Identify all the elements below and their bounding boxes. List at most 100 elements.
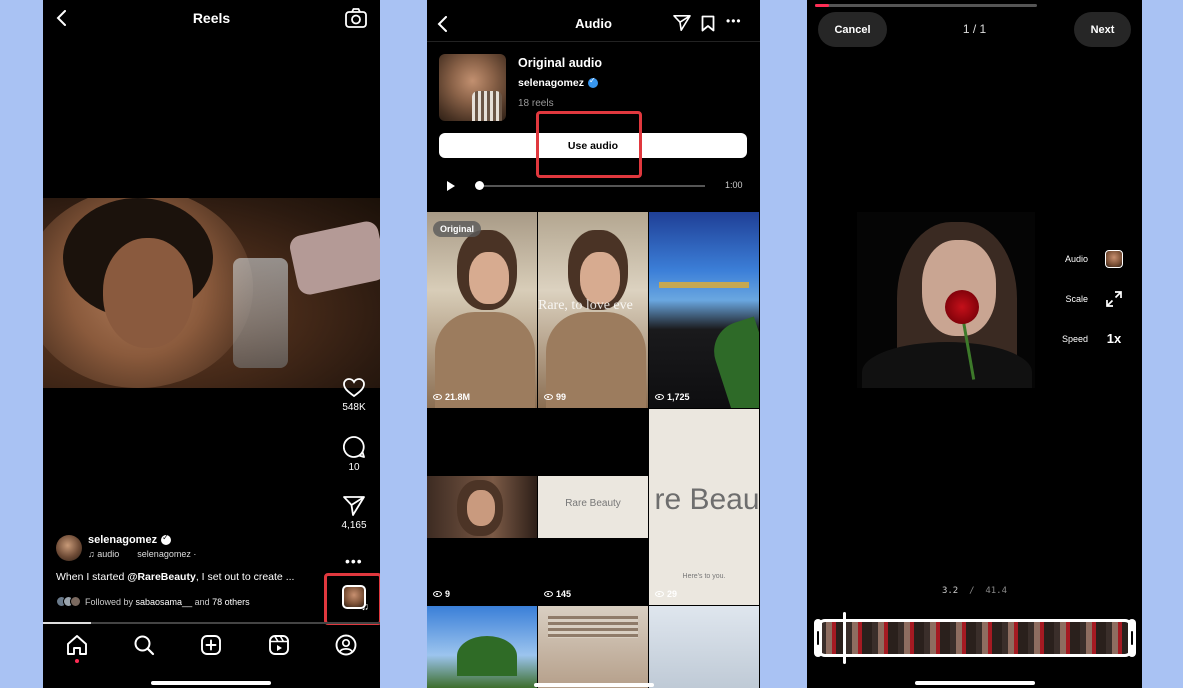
time-readout: 3.2 / 41.4 xyxy=(807,586,1142,596)
audio-cover xyxy=(439,54,506,121)
reels-count: 18 reels xyxy=(518,98,554,109)
create-post-icon[interactable] xyxy=(198,634,224,656)
profile-icon[interactable] xyxy=(333,634,359,656)
caption[interactable]: When I started @RareBeauty, I set out to… xyxy=(56,571,294,583)
time-current: 3.2 xyxy=(941,586,959,596)
playhead[interactable] xyxy=(843,612,846,664)
reel-progress-bar[interactable] xyxy=(43,622,380,624)
username[interactable]: selenagomez xyxy=(88,534,157,546)
speed-option[interactable]: Speed 1x xyxy=(1054,331,1124,346)
verified-badge-icon xyxy=(587,76,598,88)
comment-icon xyxy=(339,436,369,458)
username-row[interactable]: selenagomez xyxy=(88,533,172,546)
view-count: 29 xyxy=(655,589,677,599)
view-count-value: 29 xyxy=(667,589,678,599)
send-icon xyxy=(339,496,369,516)
more-options-icon[interactable]: ••• xyxy=(345,553,363,569)
overlay-text: Rare, to love eve xyxy=(538,298,633,313)
view-count-value: 99 xyxy=(556,392,567,402)
view-count-value: 1,725 xyxy=(667,392,690,402)
scale-option[interactable]: Scale xyxy=(1054,291,1124,307)
audio-duration: 1:00 xyxy=(725,180,743,190)
like-count: 548K xyxy=(342,402,366,413)
time-separator: / xyxy=(969,586,975,596)
eye-icon xyxy=(433,591,442,597)
grid-reel[interactable]: 1,725 xyxy=(649,212,759,408)
view-count: 99 xyxy=(544,392,566,402)
home-indicator xyxy=(151,681,271,685)
trim-handle-right[interactable] xyxy=(1128,619,1136,657)
audio-artist-row[interactable]: selenagomez xyxy=(518,76,598,89)
audio-option[interactable]: Audio xyxy=(1054,250,1124,268)
more-options-icon[interactable]: ••• xyxy=(726,14,742,28)
music-note-icon: ♫ xyxy=(88,549,95,559)
rose-shape xyxy=(945,290,979,324)
grid-reel[interactable]: Rare Beauty 145 xyxy=(538,409,648,605)
followed-prefix: Followed by xyxy=(85,596,136,607)
audio-scrubber[interactable] xyxy=(477,185,705,187)
face-shape xyxy=(467,490,495,526)
like-button[interactable]: 548K xyxy=(339,378,369,413)
grid-reel[interactable] xyxy=(427,606,537,688)
followed-others[interactable]: 78 others xyxy=(212,597,250,607)
speed-option-label: Speed xyxy=(1061,333,1088,344)
grid-reel[interactable] xyxy=(538,606,648,688)
trim-handle-left[interactable] xyxy=(814,619,822,657)
play-icon[interactable] xyxy=(446,180,456,192)
followed-and: and xyxy=(192,596,213,607)
reels-icon[interactable] xyxy=(266,634,292,656)
reels-screen: Reels 548K 10 4,165 ••• selenagomez ♫ au… xyxy=(43,0,380,688)
followed-user[interactable]: sabaosama__ xyxy=(136,597,193,607)
highlight-box xyxy=(324,573,380,625)
grid-reel[interactable]: Rare, to love eve 99 xyxy=(538,212,648,408)
follower-avatar xyxy=(70,596,81,607)
view-count: 21.8M xyxy=(433,392,470,402)
search-icon[interactable] xyxy=(131,634,157,656)
view-count-value: 145 xyxy=(556,589,572,599)
progress-fill xyxy=(43,622,91,624)
audio-artist[interactable]: selenagomez xyxy=(518,77,584,89)
comment-count: 10 xyxy=(348,462,360,473)
overlay-subtext: Here's to you. xyxy=(682,573,726,580)
caption-mention[interactable]: @RareBeauty xyxy=(127,571,196,583)
video-preview[interactable] xyxy=(857,212,1035,388)
horizon-shape xyxy=(659,282,749,288)
overlay-text: Rare Beauty xyxy=(565,498,621,509)
next-button[interactable]: Next xyxy=(1074,12,1131,47)
grid-reel[interactable]: Original 21.8M xyxy=(427,212,537,408)
comment-button[interactable]: 10 xyxy=(339,436,369,473)
scrubber-handle[interactable] xyxy=(475,181,484,190)
audio-option-label: Audio xyxy=(1064,254,1088,264)
home-indicator xyxy=(915,681,1035,685)
audio-row[interactable]: ♫ audio selenagomez · xyxy=(88,549,196,559)
timeline-strip[interactable] xyxy=(817,619,1133,657)
verified-badge-icon xyxy=(161,533,172,545)
view-count: 1,725 xyxy=(655,392,690,402)
grid-reel[interactable] xyxy=(649,606,759,688)
camera-icon[interactable] xyxy=(345,8,367,28)
progress-fill xyxy=(815,4,829,7)
bookmark-icon[interactable] xyxy=(701,15,715,32)
view-count: 9 xyxy=(433,589,450,599)
avatar[interactable] xyxy=(56,535,82,561)
home-indicator xyxy=(534,683,654,687)
audio-name: Original audio xyxy=(518,56,603,70)
cover-stripes xyxy=(472,91,502,121)
home-icon[interactable] xyxy=(64,634,90,663)
share-count: 4,165 xyxy=(341,520,367,531)
grid-reel[interactable]: 9 xyxy=(427,409,537,605)
send-icon[interactable] xyxy=(673,15,691,31)
face-shape xyxy=(469,252,509,304)
palm-shape xyxy=(457,636,517,676)
grid-reel[interactable]: re Beau Here's to you. 29 xyxy=(649,409,759,605)
share-button[interactable]: 4,165 xyxy=(339,496,369,531)
audio-thumbnail-icon xyxy=(1105,250,1123,268)
caption-rest: , I set out to create ... xyxy=(195,571,295,583)
original-badge: Original xyxy=(433,221,482,237)
cloth-shape xyxy=(287,219,380,297)
followed-by[interactable]: Followed by sabaosama__ and 78 others xyxy=(56,596,250,607)
face-shape xyxy=(580,252,620,304)
eye-icon xyxy=(655,591,664,597)
reel-video[interactable] xyxy=(43,198,380,388)
speed-icon: 1x xyxy=(1106,331,1122,346)
